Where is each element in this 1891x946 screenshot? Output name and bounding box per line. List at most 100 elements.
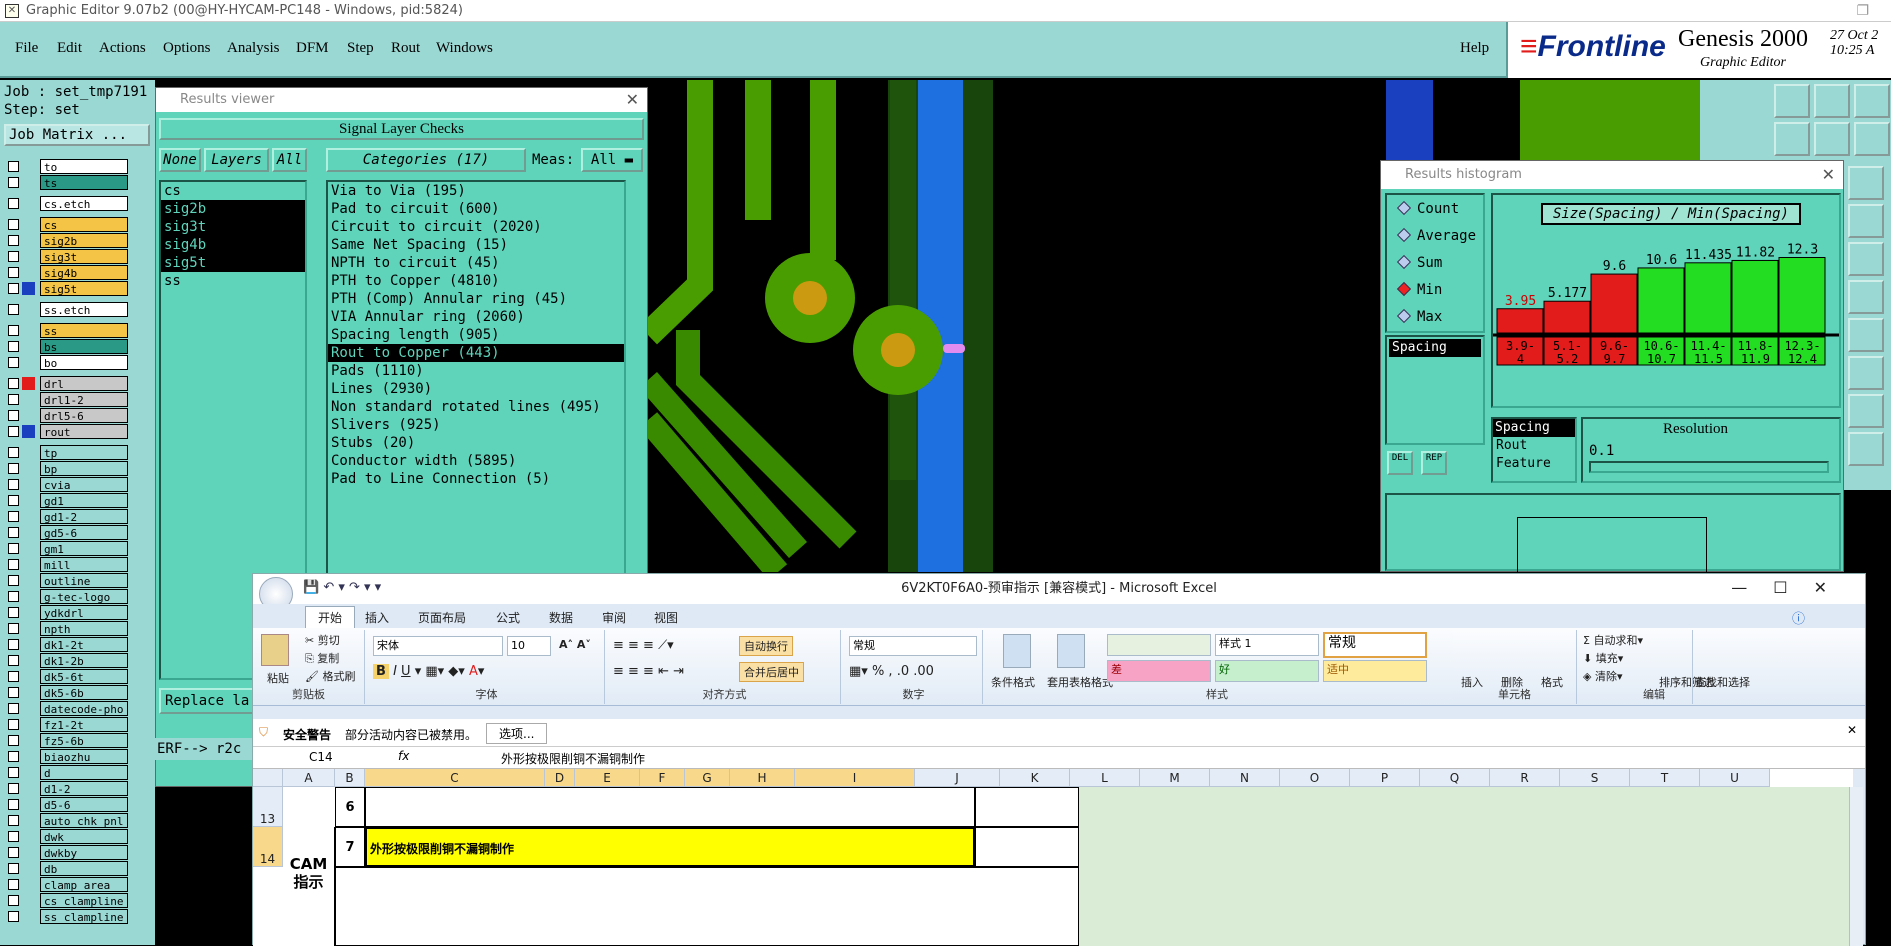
number-format-buttons[interactable]: ▦▾ % , .0 .00 [849,664,934,679]
rv-category-item[interactable]: Spacing length (905) [328,326,624,344]
layer-checkbox[interactable] [8,671,19,682]
layer-checkbox[interactable] [8,394,19,405]
layer-item-cs[interactable]: cs [6,217,128,232]
layer-item-datecode-pho[interactable]: datecode-pho [6,701,128,716]
layer-name[interactable]: ydkdrl [40,605,128,620]
layer-checkbox[interactable] [8,623,19,634]
column-header[interactable]: D [545,769,575,787]
rv-layer-item[interactable]: sig4b [161,236,305,254]
layer-item-ss[interactable]: ss [6,323,128,338]
tab-review[interactable]: 审阅 [602,609,626,626]
layer-name[interactable]: d [40,765,128,780]
layer-checkbox[interactable] [8,591,19,602]
layer-checkbox[interactable] [8,426,19,437]
layer-name[interactable]: cs_clampline [40,893,128,908]
layer-checkbox[interactable] [8,799,19,810]
layer-name[interactable]: bp [40,461,128,476]
font-format-buttons[interactable]: B I U ▾ ▦▾ ◆▾ A▾ [373,664,484,679]
histogram-bar[interactable] [1778,256,1826,334]
layer-checkbox[interactable] [8,479,19,490]
tool-button-2[interactable] [1814,84,1850,118]
layer-item-dwkby[interactable]: dwkby [6,845,128,860]
rv-category-item[interactable]: Circuit to circuit (2020) [328,218,624,236]
tab-insert[interactable]: 插入 [365,609,389,626]
layer-checkbox[interactable] [8,559,19,570]
layer-name[interactable]: rout [40,424,128,439]
layer-checkbox[interactable] [8,895,19,906]
tab-page-layout[interactable]: 页面布局 [418,609,466,626]
layer-checkbox[interactable] [8,304,19,315]
none-button[interactable]: None [159,148,201,172]
layer-name[interactable]: datecode-pho [40,701,128,716]
pcb-canvas[interactable] [638,80,1433,580]
fill-button[interactable]: ⬇ 填充▾ [1583,650,1623,666]
layer-checkbox[interactable] [8,378,19,389]
layer-item-drl1-2[interactable]: drl1-2 [6,392,128,407]
hist-list[interactable]: Spacing [1385,335,1485,445]
all-button[interactable]: All [272,148,307,172]
menu-actions[interactable]: Actions [99,40,146,57]
layer-checkbox[interactable] [8,527,19,538]
autosum-button[interactable]: Σ 自动求和▾ [1583,632,1643,648]
rv-category-item[interactable]: Same Net Spacing (15) [328,236,624,254]
layer-name[interactable]: biaozhu [40,749,128,764]
layer-checkbox[interactable] [8,447,19,458]
layer-name[interactable]: outline [40,573,128,588]
layer-checkbox[interactable] [8,161,19,172]
tab-view[interactable]: 视图 [654,609,678,626]
layer-name[interactable]: npth [40,621,128,636]
layer-checkbox[interactable] [8,655,19,666]
histogram-bar[interactable] [1637,267,1685,334]
hist-list-spacing[interactable]: Spacing [1389,339,1481,357]
attr-rout[interactable]: Rout [1493,437,1575,455]
layer-checkbox[interactable] [8,751,19,762]
histogram-bar[interactable] [1590,273,1638,334]
layer-item-g-tec-logo[interactable]: g-tec-logo [6,589,128,604]
wrap-text-button[interactable]: 自动换行 [739,636,793,656]
cell-b[interactable]: 7 [335,827,365,867]
layer-name[interactable]: cs.etch [40,196,128,211]
layer-item-gd1-2[interactable]: gd1-2 [6,509,128,524]
menu-help[interactable]: Help [1460,40,1489,57]
rv-category-item[interactable]: Stubs (20) [328,434,624,452]
layer-item-cs_clampline[interactable]: cs_clampline [6,893,128,908]
layer-item-ss_clampline[interactable]: ss_clampline [6,909,128,924]
tool-button-7[interactable] [1848,166,1884,200]
paste-button[interactable]: 粘贴 [267,670,289,686]
layer-name[interactable]: ss.etch [40,302,128,317]
tool-button-5[interactable] [1814,122,1850,156]
column-header[interactable]: T [1630,769,1700,787]
histogram-bar[interactable] [1496,308,1544,334]
layer-name[interactable]: drl [40,376,128,391]
layer-item-bs[interactable]: bs [6,339,128,354]
paste-icon[interactable] [261,634,289,666]
layer-name[interactable]: tp [40,445,128,460]
layer-name[interactable]: dk1-2b [40,653,128,668]
column-header[interactable]: B [335,769,365,787]
layer-item-dwk[interactable]: dwk [6,829,128,844]
layer-name[interactable]: dk5-6t [40,669,128,684]
cell-j[interactable] [975,827,1079,867]
cell-c[interactable] [365,787,975,827]
font-name-select[interactable]: 宋体 [373,636,503,656]
layer-item-ts[interactable]: ts [6,175,128,190]
layer-item-d5-6[interactable]: d5-6 [6,797,128,812]
average-option[interactable]: Average [1396,227,1476,244]
histogram-bar[interactable] [1684,262,1732,334]
meas-select[interactable]: All ▬ [581,148,643,172]
sum-option[interactable]: Sum [1396,254,1442,271]
formula-input[interactable]: 外形按极限削铜不漏铜制作 [501,750,645,767]
layer-item-sig2b[interactable]: sig2b [6,233,128,248]
vertical-align-buttons[interactable]: ≡ ≡ ≡ ⟋▾ [613,638,674,653]
tool-button-1[interactable] [1774,84,1810,118]
layer-name[interactable]: ts [40,175,128,190]
layer-name[interactable]: sig5t [40,281,128,296]
rv-category-item[interactable]: Conductor width (5895) [328,452,624,470]
tool-button-12[interactable] [1848,356,1884,390]
layer-item-sig3t[interactable]: sig3t [6,249,128,264]
menu-step[interactable]: Step [347,40,374,57]
style-bad[interactable]: 差 [1107,660,1211,682]
layer-item-sig5t[interactable]: sig5t [6,281,128,296]
rv-category-item[interactable]: VIA Annular ring (2060) [328,308,624,326]
layer-checkbox[interactable] [8,543,19,554]
